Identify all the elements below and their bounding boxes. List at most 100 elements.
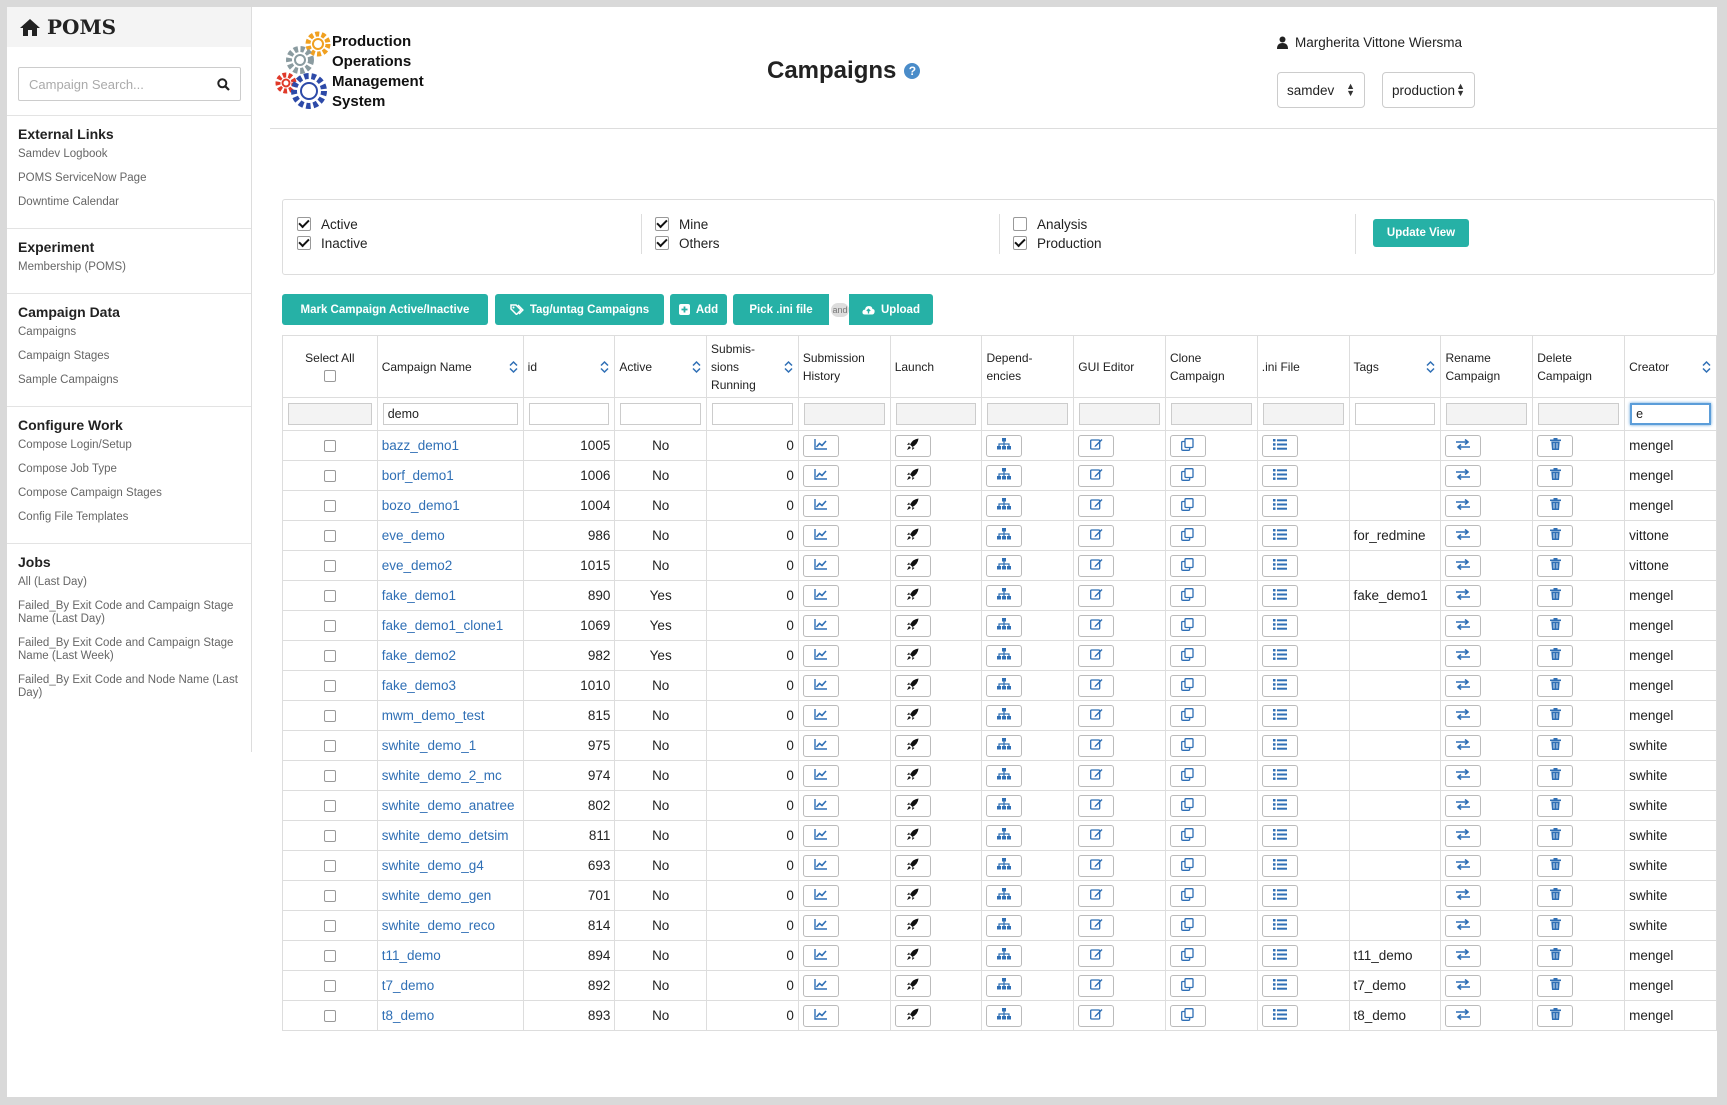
gui-editor-button[interactable] [1078, 704, 1115, 727]
clone-campaign-button[interactable] [1169, 914, 1206, 937]
row-checkbox[interactable] [323, 560, 336, 573]
launch-button[interactable] [894, 914, 931, 937]
dependencies-button[interactable] [986, 914, 1023, 937]
sidebar-link[interactable]: Compose Campaign Stages [18, 487, 251, 500]
clone-campaign-button[interactable] [1169, 434, 1206, 457]
ini-file-button[interactable] [1261, 614, 1298, 637]
checkbox-others[interactable] [655, 236, 669, 250]
campaign-link[interactable]: bozo_demo1 [382, 498, 460, 513]
launch-button[interactable] [894, 554, 931, 577]
launch-button[interactable] [894, 944, 931, 967]
delete-campaign-button[interactable] [1537, 854, 1574, 877]
rename-campaign-button[interactable] [1445, 674, 1482, 697]
clone-campaign-button[interactable] [1169, 494, 1206, 517]
submission-history-button[interactable] [802, 524, 839, 547]
row-checkbox[interactable] [323, 770, 336, 783]
rename-campaign-button[interactable] [1445, 944, 1482, 967]
role-select[interactable]: production ▲ ▼ [1382, 72, 1475, 108]
row-checkbox[interactable] [323, 590, 336, 603]
clone-campaign-button[interactable] [1169, 974, 1206, 997]
launch-button[interactable] [894, 434, 931, 457]
ini-file-button[interactable] [1261, 584, 1298, 607]
clone-campaign-button[interactable] [1169, 824, 1206, 847]
col-tags[interactable]: Tags [1348, 335, 1442, 398]
ini-file-button[interactable] [1261, 1004, 1298, 1027]
delete-campaign-button[interactable] [1537, 494, 1574, 517]
checkbox-mine[interactable] [655, 217, 669, 231]
clone-campaign-button[interactable] [1169, 944, 1206, 967]
ini-file-button[interactable] [1261, 794, 1298, 817]
sidebar-link[interactable]: Downtime Calendar [18, 196, 251, 209]
sort-icon[interactable] [1702, 360, 1711, 374]
dependencies-button[interactable] [986, 614, 1023, 637]
delete-campaign-button[interactable] [1537, 914, 1574, 937]
sidebar-link[interactable]: Sample Campaigns [18, 374, 251, 387]
row-checkbox[interactable] [323, 530, 336, 543]
row-checkbox[interactable] [323, 860, 336, 873]
sort-icon[interactable] [784, 360, 793, 374]
ini-file-button[interactable] [1261, 434, 1298, 457]
delete-campaign-button[interactable] [1537, 704, 1574, 727]
gui-editor-button[interactable] [1078, 854, 1115, 877]
gui-editor-button[interactable] [1078, 494, 1115, 517]
clone-campaign-button[interactable] [1169, 674, 1206, 697]
row-checkbox[interactable] [323, 1010, 336, 1023]
submission-history-button[interactable] [802, 584, 839, 607]
rename-campaign-button[interactable] [1445, 824, 1482, 847]
ini-file-button[interactable] [1261, 734, 1298, 757]
launch-button[interactable] [894, 524, 931, 547]
delete-campaign-button[interactable] [1537, 674, 1574, 697]
row-checkbox[interactable] [323, 800, 336, 813]
submission-history-button[interactable] [802, 704, 839, 727]
dependencies-button[interactable] [986, 644, 1023, 667]
brand-link[interactable]: POMS [7, 7, 251, 47]
update-view-button[interactable]: Update View [1373, 219, 1469, 247]
sidebar-link[interactable]: Compose Job Type [18, 463, 251, 476]
experiment-select[interactable]: samdev ▲ ▼ [1277, 72, 1365, 108]
campaign-link[interactable]: eve_demo [382, 528, 445, 543]
submission-history-button[interactable] [802, 974, 839, 997]
gui-editor-button[interactable] [1078, 764, 1115, 787]
campaign-link[interactable]: eve_demo2 [382, 558, 453, 573]
rename-campaign-button[interactable] [1445, 884, 1482, 907]
row-checkbox[interactable] [323, 740, 336, 753]
campaign-link[interactable]: borf_demo1 [382, 468, 454, 483]
ini-file-button[interactable] [1261, 554, 1298, 577]
sidebar-link[interactable]: Compose Login/Setup [18, 439, 251, 452]
delete-campaign-button[interactable] [1537, 614, 1574, 637]
filter-mine[interactable]: Mine [655, 216, 720, 232]
sort-icon[interactable] [600, 360, 609, 374]
dependencies-button[interactable] [986, 554, 1023, 577]
delete-campaign-button[interactable] [1537, 794, 1574, 817]
filter-production[interactable]: Production [1013, 235, 1102, 251]
launch-button[interactable] [894, 614, 931, 637]
rename-campaign-button[interactable] [1445, 524, 1482, 547]
launch-button[interactable] [894, 734, 931, 757]
delete-campaign-button[interactable] [1537, 1004, 1574, 1027]
ini-file-button[interactable] [1261, 524, 1298, 547]
rename-campaign-button[interactable] [1445, 584, 1482, 607]
question-circle-icon[interactable]: ? [904, 63, 921, 79]
gui-editor-button[interactable] [1078, 584, 1115, 607]
row-checkbox[interactable] [323, 980, 336, 993]
delete-campaign-button[interactable] [1537, 974, 1574, 997]
rename-campaign-button[interactable] [1445, 974, 1482, 997]
campaign-search-input[interactable] [29, 76, 189, 92]
checkbox-production[interactable] [1013, 236, 1027, 250]
dependencies-button[interactable] [986, 944, 1023, 967]
submission-history-button[interactable] [802, 884, 839, 907]
sidebar-link[interactable]: Membership (POMS) [18, 261, 251, 274]
rename-campaign-button[interactable] [1445, 794, 1482, 817]
checkbox-active[interactable] [297, 217, 311, 231]
delete-campaign-button[interactable] [1537, 464, 1574, 487]
clone-campaign-button[interactable] [1169, 734, 1206, 757]
gui-editor-button[interactable] [1078, 614, 1115, 637]
row-checkbox[interactable] [323, 710, 336, 723]
delete-campaign-button[interactable] [1537, 524, 1574, 547]
campaign-link[interactable]: fake_demo3 [382, 678, 456, 693]
sidebar-link[interactable]: Campaigns [18, 326, 251, 339]
row-checkbox[interactable] [323, 500, 336, 513]
sidebar-link[interactable]: POMS ServiceNow Page [18, 172, 251, 185]
submission-history-button[interactable] [802, 614, 839, 637]
row-checkbox[interactable] [323, 650, 336, 663]
